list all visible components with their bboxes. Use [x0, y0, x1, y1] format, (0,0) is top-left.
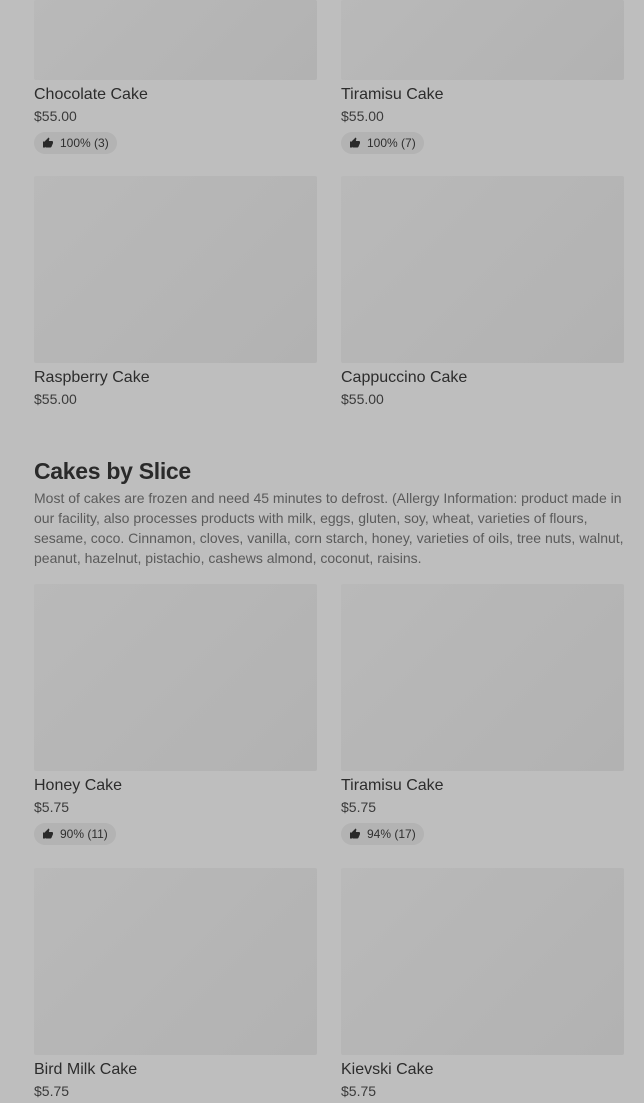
rating-text: 100% (7) — [367, 136, 416, 150]
product-card-cappuccino-cake[interactable]: Cappuccino Cake $55.00 — [341, 176, 624, 407]
product-price: $55.00 — [34, 391, 77, 407]
product-image[interactable] — [34, 868, 317, 1055]
product-name[interactable]: Kievski Cake — [341, 1061, 624, 1079]
rating-badge: 90% (11) — [34, 823, 116, 845]
thumbs-up-icon — [43, 137, 53, 148]
product-image[interactable] — [34, 0, 317, 80]
product-price: $55.00 — [34, 108, 77, 124]
product-price: $5.75 — [34, 799, 70, 815]
thumbs-up-icon — [350, 828, 360, 839]
product-card-raspberry-cake[interactable]: Raspberry Cake $55.00 — [34, 176, 317, 407]
thumbs-up-icon — [43, 828, 53, 839]
product-name[interactable]: Cappuccino Cake — [341, 369, 624, 387]
rating-badge: 100% (7) — [341, 132, 424, 154]
product-card-chocolate-cake[interactable]: Chocolate Cake $55.00 100% (3) — [34, 0, 317, 154]
product-name[interactable]: Bird Milk Cake — [34, 1061, 317, 1079]
product-image[interactable] — [34, 584, 317, 771]
product-price: $55.00 — [341, 391, 384, 407]
section-description: Most of cakes are frozen and need 45 min… — [34, 490, 624, 566]
product-image[interactable] — [341, 584, 624, 771]
product-card-tiramisu-slice[interactable]: Tiramisu Cake $5.75 94% (17) — [341, 584, 624, 845]
product-card-bird-milk-cake[interactable]: Bird Milk Cake $5.75 — [34, 868, 317, 1099]
thumbs-up-icon — [350, 137, 360, 148]
rating-badge: 94% (17) — [341, 823, 424, 845]
product-name[interactable]: Tiramisu Cake — [341, 86, 624, 104]
rating-text: 90% (11) — [60, 827, 108, 841]
rating-badge: 100% (3) — [34, 132, 117, 154]
product-image[interactable] — [341, 868, 624, 1055]
product-image[interactable] — [341, 0, 624, 80]
product-card-honey-cake[interactable]: Honey Cake $5.75 90% (11) — [34, 584, 317, 845]
product-name[interactable]: Honey Cake — [34, 777, 317, 795]
product-price: $5.75 — [341, 799, 377, 815]
product-card-kievski-cake[interactable]: Kievski Cake $5.75 — [341, 868, 624, 1099]
product-price: $5.75 — [341, 1083, 377, 1099]
section-title: Cakes by Slice — [34, 458, 191, 484]
product-image[interactable] — [34, 176, 317, 363]
product-name[interactable]: Raspberry Cake — [34, 369, 317, 387]
product-name[interactable]: Chocolate Cake — [34, 86, 317, 104]
product-image[interactable] — [341, 176, 624, 363]
product-card-tiramisu-cake[interactable]: Tiramisu Cake $55.00 100% (7) — [341, 0, 624, 154]
product-price: $55.00 — [341, 108, 384, 124]
rating-text: 94% (17) — [367, 827, 416, 841]
product-price: $5.75 — [34, 1083, 70, 1099]
rating-text: 100% (3) — [60, 136, 109, 150]
product-name[interactable]: Tiramisu Cake — [341, 777, 624, 795]
